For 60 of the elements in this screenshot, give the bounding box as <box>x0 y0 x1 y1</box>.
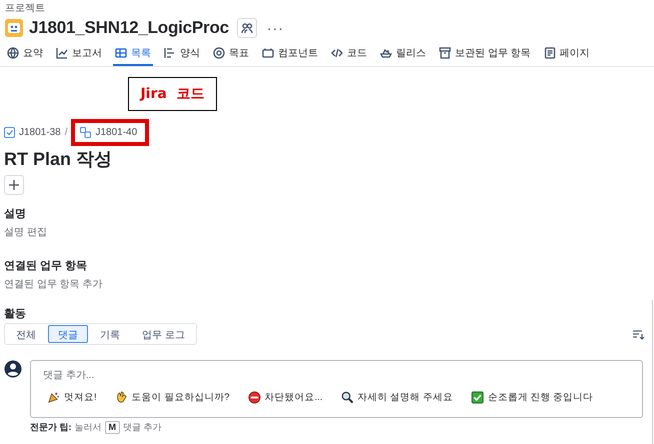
check-box-icon <box>470 390 484 404</box>
annotation-label: Jira 코드 <box>128 77 217 111</box>
nav-tab[interactable]: 목표 <box>211 42 251 66</box>
add-button[interactable] <box>4 175 24 195</box>
nav-tab[interactable]: 목록 <box>113 42 153 66</box>
activity-heading: 활동 <box>4 307 27 322</box>
nav-tab[interactable]: 보고서 <box>54 42 104 66</box>
filter-tab[interactable]: 댓글 <box>48 325 88 343</box>
checkbox-icon <box>4 126 15 138</box>
boat-icon <box>380 47 392 59</box>
magnifier-icon <box>340 390 354 404</box>
tip-text: 눌러서 <box>74 421 102 434</box>
breadcrumb-label: 프로젝트 <box>5 2 46 15</box>
user-avatar-icon <box>4 360 22 378</box>
waving-hand-icon <box>114 390 128 404</box>
project-avatar-icon <box>5 19 23 37</box>
nav-tab[interactable]: 릴리스 <box>378 42 428 66</box>
nav-tab[interactable]: 보관된 업무 항목 <box>437 42 533 66</box>
breadcrumb-separator: / <box>64 126 68 138</box>
quick-reply-button[interactable]: 순조롭게 진행 중입니다 <box>470 389 594 405</box>
sort-icon[interactable] <box>633 330 645 340</box>
section-heading: 설명 <box>4 207 27 222</box>
tip-label: 전문가 팁: <box>30 421 72 434</box>
section-action-link[interactable]: 설명 편집 <box>4 226 47 240</box>
chart-icon <box>56 47 68 59</box>
quick-reply-button[interactable]: 자세히 설명해 주세요 <box>340 389 453 405</box>
archive-icon <box>439 47 451 59</box>
nav-tab[interactable]: 요약 <box>5 42 45 66</box>
party-popper-icon <box>47 390 60 404</box>
code-icon <box>331 47 343 59</box>
quick-reply-button[interactable]: 차단됐어요... <box>248 389 322 405</box>
quick-reply-button[interactable]: 멋져요! <box>47 389 97 405</box>
nav-tab[interactable]: 페이지 <box>542 42 592 66</box>
parent-issue-link[interactable]: J1801-38 <box>4 126 61 138</box>
nav-tab[interactable]: 컴포넌트 <box>260 42 320 66</box>
more-button[interactable]: ··· <box>262 20 288 36</box>
subtask-icon <box>80 126 92 138</box>
filter-tab[interactable]: 전체 <box>6 325 46 343</box>
nav-tab[interactable]: 코드 <box>329 42 369 66</box>
plus-icon <box>8 179 20 191</box>
project-title: J1801_SHN12_LogicProc <box>29 18 229 38</box>
nav-tab[interactable]: 양식 <box>162 42 202 66</box>
page-icon <box>544 47 556 59</box>
target-icon <box>213 47 225 59</box>
people-button[interactable] <box>236 18 257 38</box>
quick-reply-button[interactable]: 도움이 필요하십니까? <box>114 389 230 405</box>
shortcut-key: M <box>104 421 120 434</box>
filter-tab[interactable]: 업무 로그 <box>132 325 195 343</box>
filter-tab[interactable]: 기록 <box>90 325 130 343</box>
issue-key-link[interactable]: J1801-40 <box>80 126 138 138</box>
no-entry-icon <box>248 390 261 404</box>
globe-icon <box>7 47 19 59</box>
table-icon <box>115 47 127 59</box>
issue-title: RT Plan 작성 <box>4 148 114 171</box>
tip-text: 댓글 추가 <box>123 421 162 434</box>
section-action-link[interactable]: 연결된 업무 항목 추가 <box>4 278 102 292</box>
people-icon <box>240 22 253 34</box>
section-heading: 연결된 업무 항목 <box>4 259 88 274</box>
list-icon <box>164 47 176 59</box>
box-icon <box>262 47 274 59</box>
